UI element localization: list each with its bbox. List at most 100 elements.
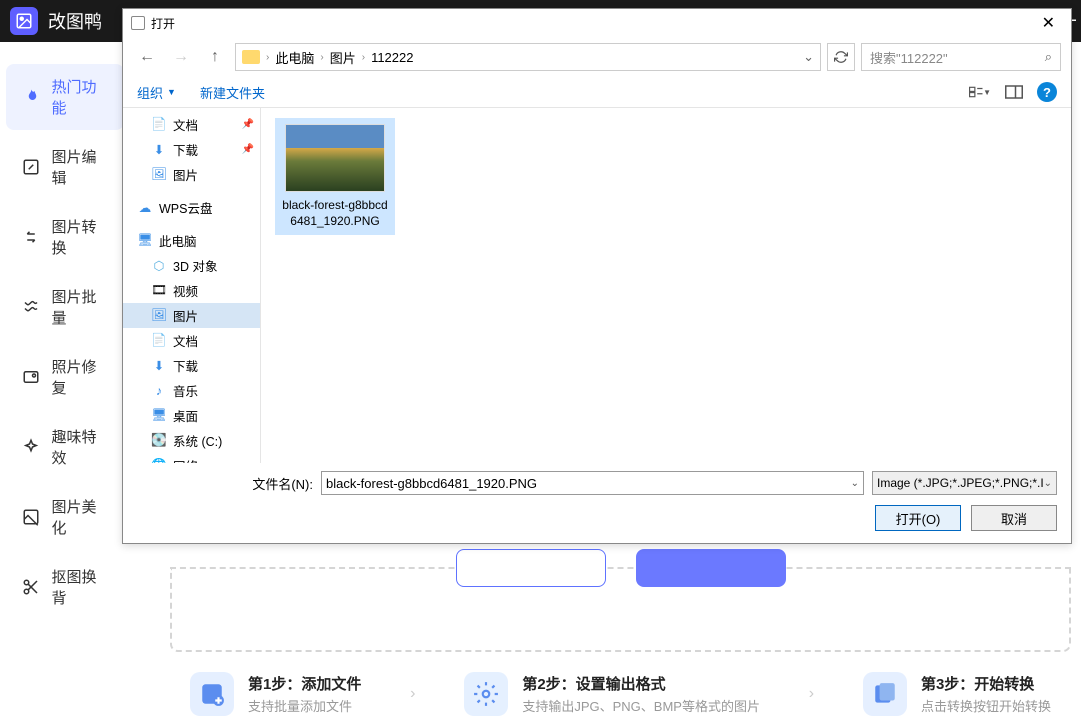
chevron-down-icon[interactable]: ⌄	[803, 49, 814, 65]
chevron-down-icon[interactable]: ⌄	[851, 478, 859, 489]
batch-icon	[20, 296, 41, 318]
sidebar-item-convert[interactable]: 图片转换	[6, 204, 124, 270]
cancel-button[interactable]: 取消	[971, 505, 1057, 531]
tree-desktop[interactable]: 🖥桌面	[123, 403, 260, 428]
step3-icon	[863, 672, 907, 716]
convert-icon	[20, 226, 41, 248]
picture-icon: 🖼	[151, 167, 167, 183]
repair-icon	[20, 366, 41, 388]
sidebar-item-label: 图片编辑	[51, 146, 110, 188]
dialog-nav: ← → ↑ › 此电脑› 图片› 112222 ⌄ 搜索"112222" ⌕	[123, 37, 1071, 77]
sidebar-item-batch[interactable]: 图片批量	[6, 274, 124, 340]
tree-music[interactable]: ♪音乐	[123, 378, 260, 403]
sidebar-item-edit[interactable]: 图片编辑	[6, 134, 124, 200]
file-list[interactable]: black-forest-g8bbcd6481_1920.PNG	[261, 108, 1071, 463]
add-folder-button[interactable]	[636, 549, 786, 587]
preview-pane-button[interactable]	[1003, 81, 1025, 103]
dialog-title: 打开	[151, 15, 175, 32]
breadcrumb-part[interactable]: 112222	[371, 50, 413, 65]
step3-desc: 点击转换按钮开始转换	[921, 696, 1051, 715]
tree-thispc[interactable]: 🖥此电脑	[123, 228, 260, 253]
file-name: black-forest-g8bbcd6481_1920.PNG	[281, 198, 389, 229]
tree-downloads2[interactable]: ⬇下载	[123, 353, 260, 378]
sidebar-item-cutout[interactable]: 抠图换背	[6, 554, 124, 620]
step2-title: 第2步：设置输出格式	[522, 673, 760, 694]
cloud-icon: ☁	[137, 200, 153, 216]
step-1: 第1步：添加文件支持批量添加文件	[190, 672, 361, 716]
scissors-icon	[20, 576, 41, 598]
filename-field[interactable]	[326, 476, 851, 491]
sidebar-item-repair[interactable]: 照片修复	[6, 344, 124, 410]
file-open-dialog: 打开 ✕ ← → ↑ › 此电脑› 图片› 112222 ⌄ 搜索"112222…	[122, 8, 1072, 544]
step3-title: 第3步：开始转换	[921, 673, 1051, 694]
sidebar-item-label: 热门功能	[51, 76, 110, 118]
tree-pictures[interactable]: 🖼图片	[123, 162, 260, 187]
step1-title: 第1步：添加文件	[248, 673, 361, 694]
pin-icon: 📌	[242, 119, 254, 130]
tree-downloads[interactable]: ⬇下载📌	[123, 137, 260, 162]
up-button[interactable]: ↑	[201, 43, 229, 71]
dialog-titlebar: 打开 ✕	[123, 9, 1071, 37]
download-icon: ⬇	[151, 142, 167, 158]
view-menu[interactable]: ▼	[969, 81, 991, 103]
filetype-select[interactable]: Image (*.JPG;*.JPEG;*.PNG;*.I⌄	[872, 471, 1057, 495]
open-button[interactable]: 打开(O)	[875, 505, 961, 531]
forward-button[interactable]: →	[167, 43, 195, 71]
picture-icon: 🖼	[151, 308, 167, 324]
sidebar-item-effects[interactable]: 趣味特效	[6, 414, 124, 480]
tree-wps[interactable]: ☁WPS云盘	[123, 195, 260, 220]
app-logo-icon	[10, 7, 38, 35]
dialog-footer: 文件名(N): ⌄ Image (*.JPG;*.JPEG;*.PNG;*.I⌄…	[123, 463, 1071, 543]
music-icon: ♪	[151, 383, 167, 399]
sidebar: 热门功能 图片编辑 图片转换 图片批量 照片修复 趣味特效 图片美化 抠图换背	[0, 42, 130, 726]
search-icon: ⌕	[1045, 49, 1052, 65]
app-title: 改图鸭	[48, 8, 102, 34]
help-icon[interactable]: ?	[1037, 82, 1057, 102]
breadcrumb[interactable]: › 此电脑› 图片› 112222 ⌄	[235, 43, 821, 71]
breadcrumb-part[interactable]: 此电脑	[275, 48, 314, 67]
refresh-button[interactable]	[827, 43, 855, 71]
tree-pictures2[interactable]: 🖼图片	[123, 303, 260, 328]
flame-icon	[20, 86, 41, 108]
drop-zone[interactable]	[170, 567, 1071, 652]
chevron-right-icon: ›	[410, 685, 415, 703]
tree-3dobjects[interactable]: ⬡3D 对象	[123, 253, 260, 278]
sidebar-item-beautify[interactable]: 图片美化	[6, 484, 124, 550]
add-file-button[interactable]	[456, 549, 606, 587]
sparkle-icon	[20, 436, 41, 458]
sidebar-item-label: 图片美化	[51, 496, 110, 538]
chevron-down-icon: ⌄	[1044, 478, 1052, 489]
chevron-right-icon: ›	[809, 685, 814, 703]
tree-documents[interactable]: 📄文档📌	[123, 112, 260, 137]
organize-menu[interactable]: 组织 ▼	[137, 83, 176, 102]
cube-icon: ⬡	[151, 258, 167, 274]
folder-icon	[242, 50, 260, 64]
back-button[interactable]: ←	[133, 43, 161, 71]
tree-systemc[interactable]: 💽系统 (C:)	[123, 428, 260, 453]
search-input[interactable]: 搜索"112222" ⌕	[861, 43, 1061, 71]
file-item[interactable]: black-forest-g8bbcd6481_1920.PNG	[275, 118, 395, 235]
breadcrumb-part[interactable]: 图片	[330, 48, 356, 67]
step1-icon	[190, 672, 234, 716]
step-2: 第2步：设置输出格式支持输出JPG、PNG、BMP等格式的图片	[464, 672, 760, 716]
tree-videos[interactable]: 🎞视频	[123, 278, 260, 303]
sidebar-item-hot[interactable]: 热门功能	[6, 64, 124, 130]
new-folder-button[interactable]: 新建文件夹	[200, 83, 265, 102]
search-placeholder: 搜索"112222"	[870, 48, 948, 67]
main-bottom: 第1步：添加文件支持批量添加文件 › 第2步：设置输出格式支持输出JPG、PNG…	[170, 567, 1071, 716]
tree-documents2[interactable]: 📄文档	[123, 328, 260, 353]
close-icon[interactable]: ✕	[1034, 13, 1063, 33]
filename-input[interactable]: ⌄	[321, 471, 864, 495]
step-3: 第3步：开始转换点击转换按钮开始转换	[863, 672, 1051, 716]
filename-label: 文件名(N):	[247, 474, 313, 493]
steps: 第1步：添加文件支持批量添加文件 › 第2步：设置输出格式支持输出JPG、PNG…	[170, 672, 1071, 716]
dialog-toolbar: 组织 ▼ 新建文件夹 ▼ ?	[123, 77, 1071, 108]
step2-icon	[464, 672, 508, 716]
document-icon: 📄	[151, 117, 167, 133]
edit-icon	[20, 156, 41, 178]
beautify-icon	[20, 506, 41, 528]
sidebar-item-label: 照片修复	[51, 356, 110, 398]
drive-icon: 💽	[151, 433, 167, 449]
document-icon: 📄	[151, 333, 167, 349]
tree-network[interactable]: 🌐网络	[123, 453, 260, 463]
